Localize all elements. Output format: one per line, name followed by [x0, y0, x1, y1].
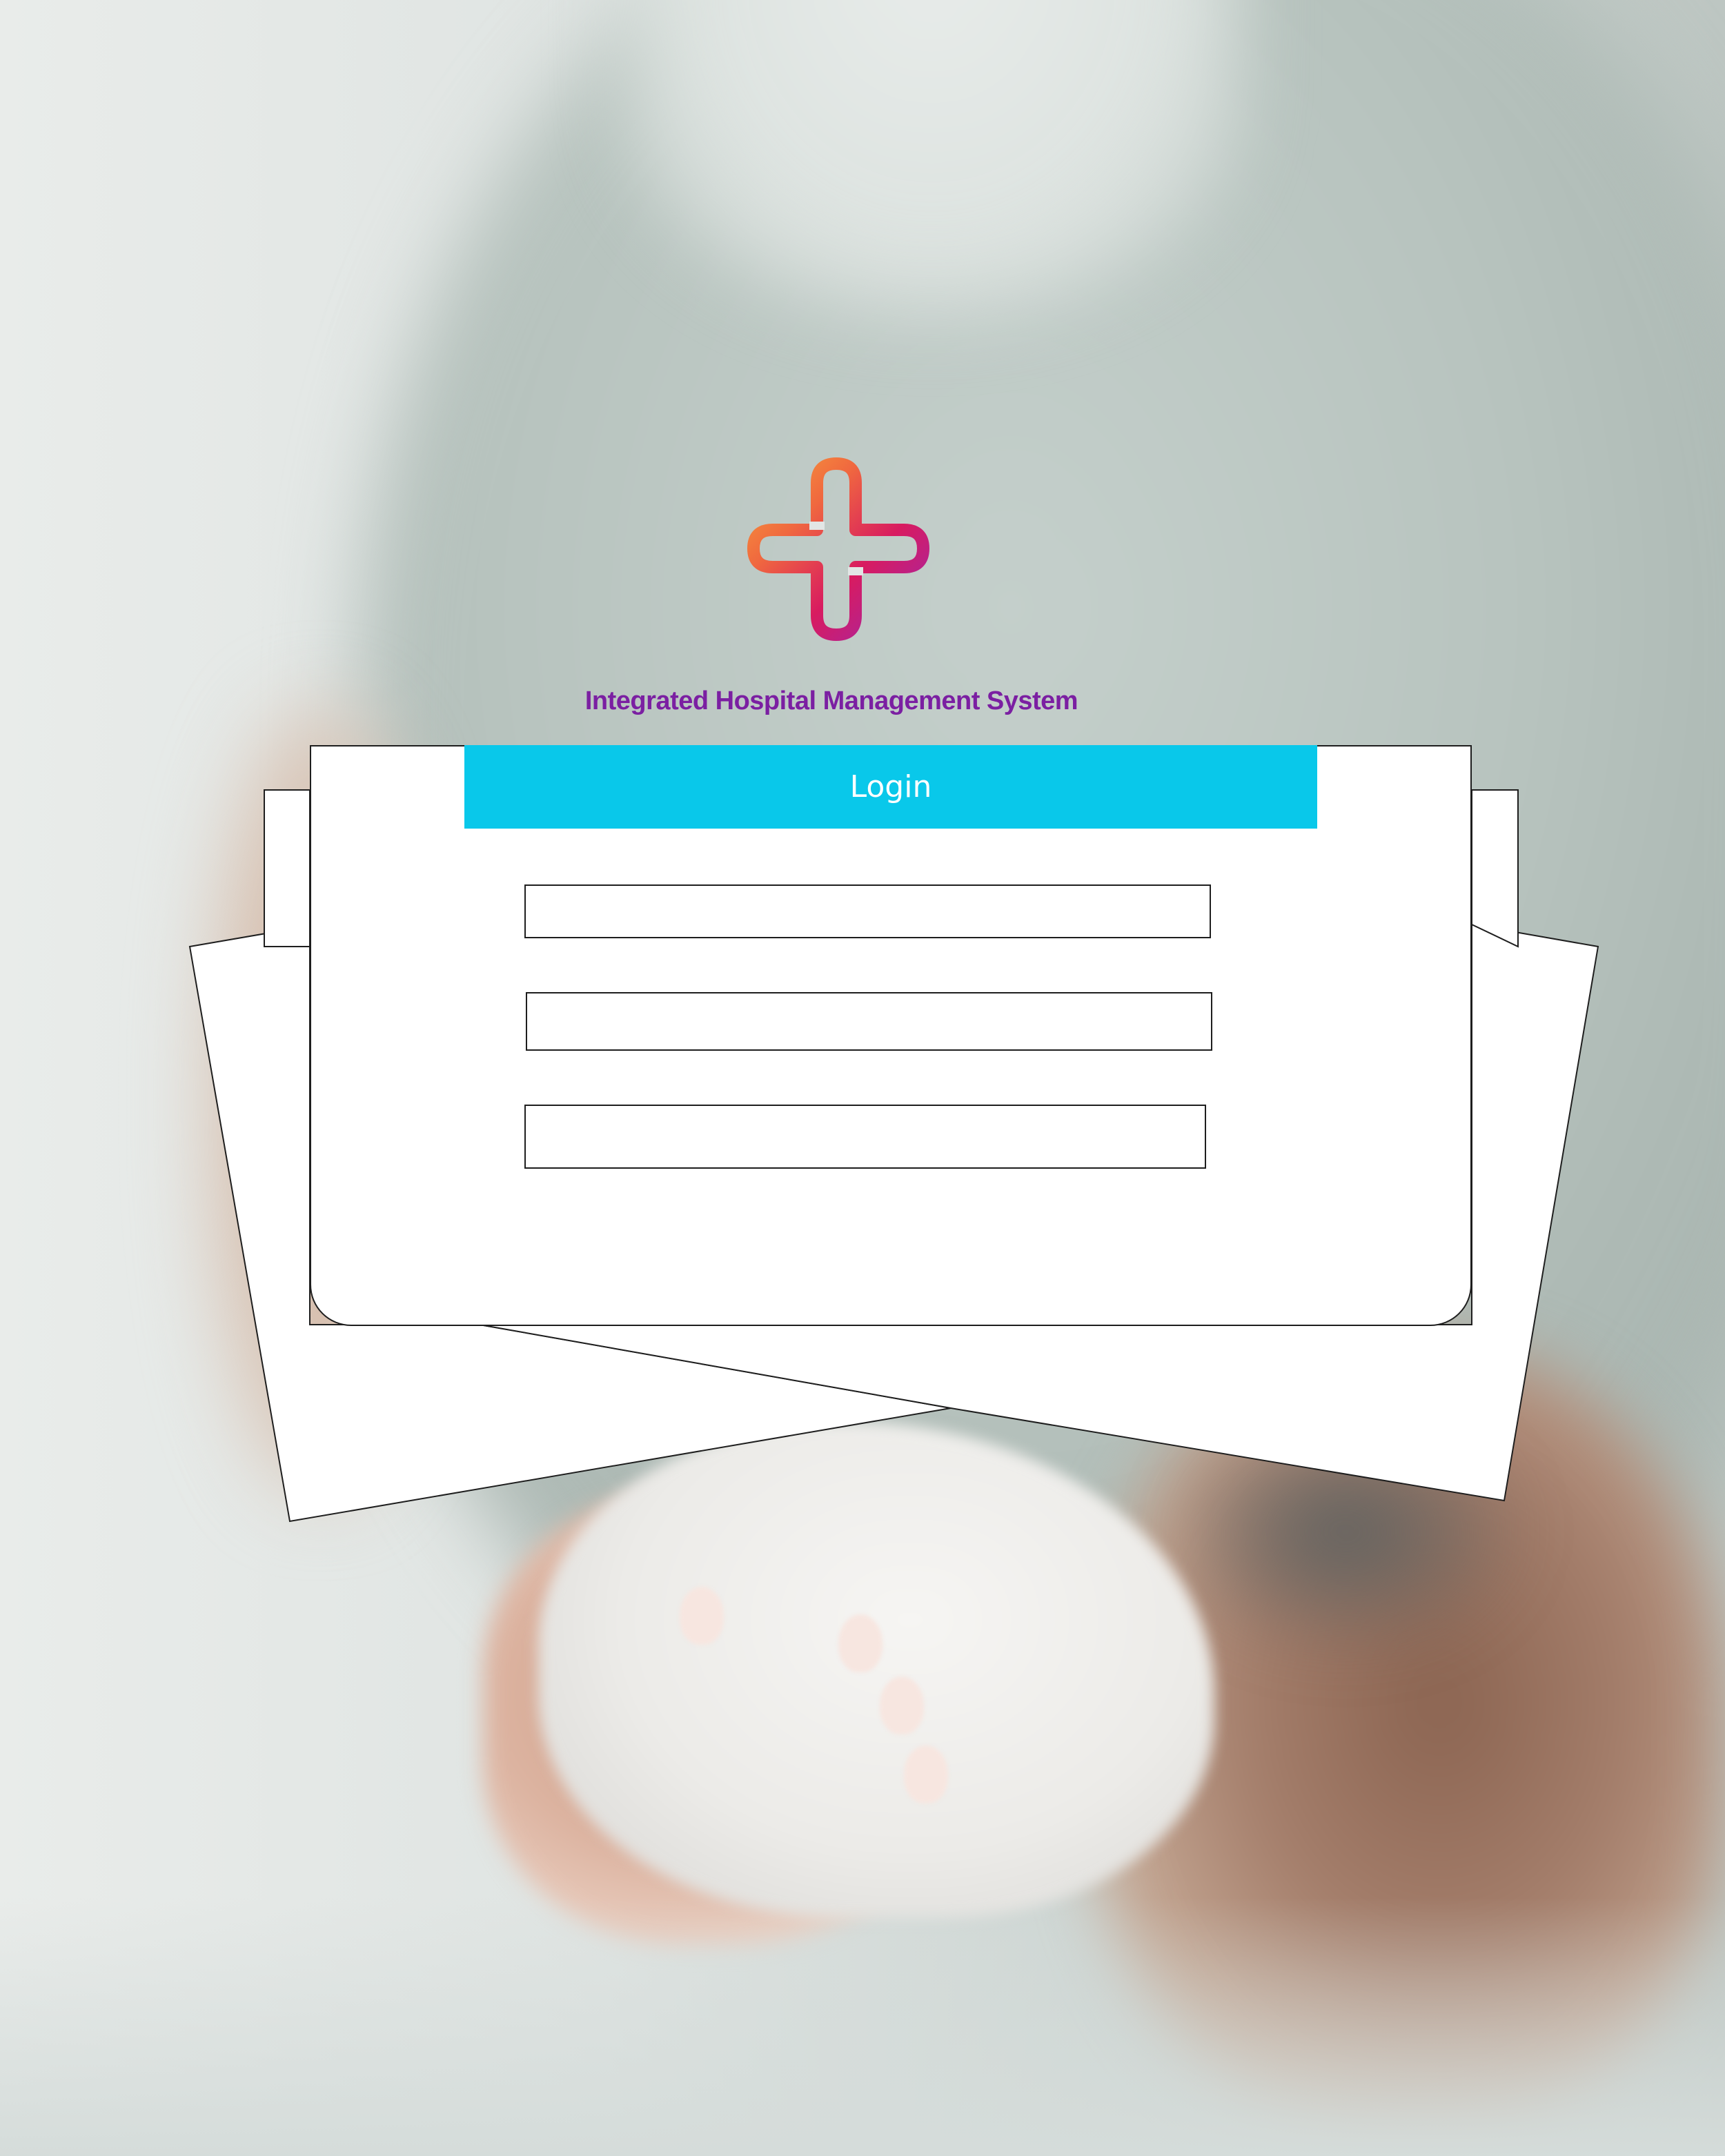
- login-field-2[interactable]: [526, 992, 1212, 1051]
- login-field-3[interactable]: [524, 1105, 1206, 1169]
- middle-card-right: [1471, 789, 1519, 948]
- login-screen: Integrated Hospital Management System Lo…: [0, 0, 1725, 2156]
- middle-card-left: [264, 789, 310, 947]
- login-header-label: Login: [849, 769, 932, 804]
- login-header: Login: [464, 745, 1317, 829]
- login-card: Login: [310, 745, 1472, 1326]
- login-field-1[interactable]: [524, 884, 1211, 938]
